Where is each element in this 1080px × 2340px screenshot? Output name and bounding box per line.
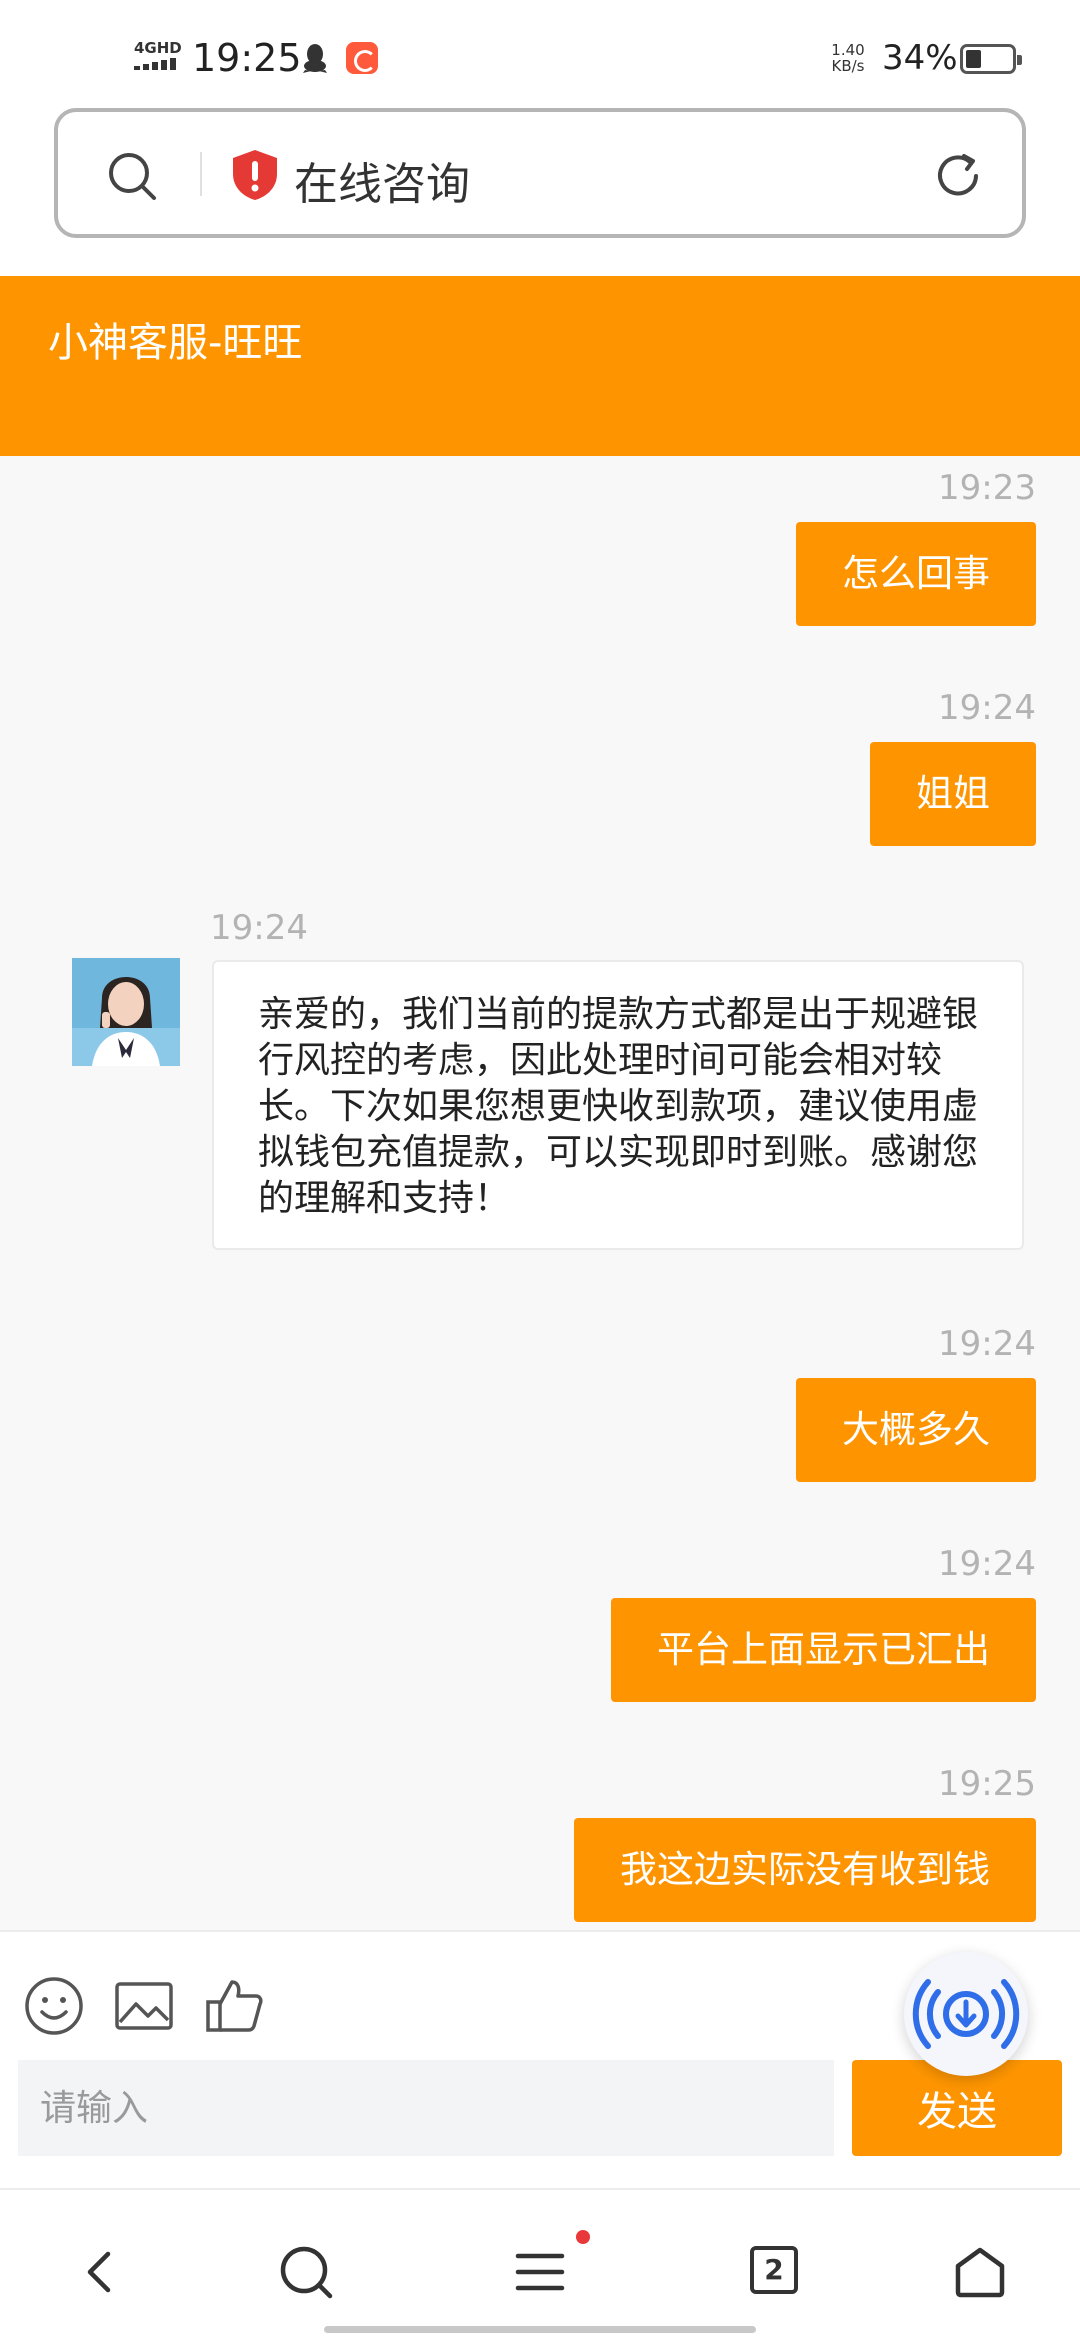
message-timestamp: 19:24 — [210, 908, 308, 948]
message-timestamp: 19:24 — [938, 1324, 1036, 1364]
tab-count: 2 — [750, 2246, 798, 2294]
emoji-icon[interactable] — [24, 1976, 84, 2036]
status-time: 19:25 — [192, 36, 302, 80]
reload-icon[interactable] — [930, 148, 986, 204]
agent-message-bubble[interactable]: 亲爱的，我们当前的提款方式都是出于规避银行风控的考虑，因此处理时间可能会相对较长… — [212, 960, 1024, 1250]
bottom-navigation: 2 — [0, 2190, 1080, 2340]
message-timestamp: 19:25 — [938, 1764, 1036, 1804]
menu-icon[interactable] — [510, 2242, 570, 2302]
app-notification-icon — [346, 42, 378, 74]
tabs-icon[interactable]: 2 — [750, 2246, 810, 2306]
shield-warning-icon[interactable] — [230, 148, 280, 202]
qq-icon — [303, 44, 327, 73]
message-list[interactable]: 19:23 怎么回事 19:24 姐姐 19:24 亲爱的，我们当前的提款方式都… — [0, 456, 1080, 1930]
back-icon[interactable] — [72, 2242, 132, 2302]
download-float-button[interactable] — [904, 1952, 1028, 2076]
divider — [200, 152, 202, 196]
agent-avatar[interactable] — [72, 958, 180, 1066]
signal-icon: 4GHD — [134, 40, 182, 70]
message-timestamp: 19:24 — [938, 688, 1036, 728]
user-message-bubble[interactable]: 我这边实际没有收到钱 — [574, 1818, 1036, 1922]
chat-header: 小神客服-旺旺 — [0, 276, 1080, 456]
status-bar: 4GHD 19:25 1.40 KB/s 34% — [0, 0, 1080, 110]
speed-unit: KB/s — [831, 57, 865, 75]
speed-value: 1.40 — [831, 41, 865, 59]
user-message-bubble[interactable]: 怎么回事 — [796, 522, 1036, 626]
home-indicator — [324, 2326, 756, 2333]
image-icon[interactable] — [114, 1976, 174, 2036]
address-bar[interactable]: 在线咨询 — [54, 108, 1026, 238]
search-icon[interactable] — [106, 150, 158, 202]
message-input[interactable] — [18, 2060, 834, 2156]
agent-avatar-image — [72, 958, 180, 1066]
network-type: 4GHD — [134, 39, 182, 57]
chat-title: 小神客服-旺旺 — [48, 320, 303, 366]
message-timestamp: 19:24 — [938, 1544, 1036, 1584]
page-title[interactable]: 在线咨询 — [294, 148, 470, 212]
user-message-bubble[interactable]: 大概多久 — [796, 1378, 1036, 1482]
thumbs-up-icon[interactable] — [204, 1976, 264, 2036]
battery-percent: 34% — [882, 38, 958, 78]
search-icon[interactable] — [276, 2242, 336, 2302]
user-message-bubble[interactable]: 平台上面显示已汇出 — [611, 1598, 1036, 1702]
message-timestamp: 19:23 — [938, 468, 1036, 508]
battery-icon — [960, 44, 1022, 74]
download-signal-icon — [912, 1979, 1020, 2049]
notification-dot — [576, 2230, 590, 2244]
home-icon[interactable] — [950, 2242, 1010, 2302]
network-speed: 1.40 KB/s — [826, 42, 870, 74]
user-message-bubble[interactable]: 姐姐 — [870, 742, 1036, 846]
